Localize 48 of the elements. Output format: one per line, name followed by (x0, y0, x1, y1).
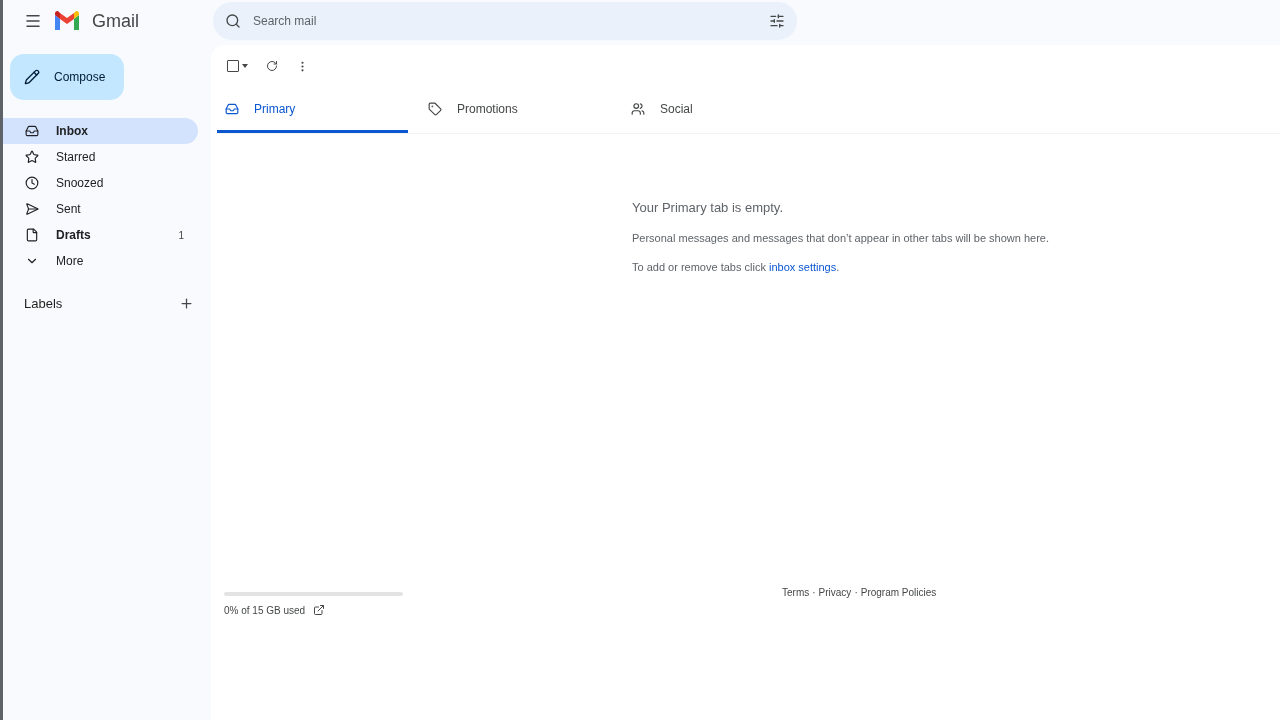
inbox-icon (225, 101, 239, 116)
sidebar-label: More (56, 254, 85, 268)
item-count: 1 (178, 229, 184, 241)
search-field[interactable]: Search mail (251, 13, 759, 29)
storage-label: 0% of 15 GB used (224, 604, 306, 616)
labels-heading: Labels (24, 296, 63, 311)
sidebar-item[interactable]: More (3, 248, 198, 274)
empty-message: Personal messages and messages that don’t appear in other tabs will be shown here. (632, 232, 1051, 244)
footer-link[interactable]: Program Policies (860, 587, 937, 616)
search-icon (225, 13, 241, 29)
empty-title: Your Primary tab is empty. (632, 200, 784, 215)
menu-icon[interactable] (24, 12, 42, 30)
footer-link[interactable]: Privacy (818, 587, 852, 616)
footer-link[interactable]: Terms (782, 587, 810, 616)
separator: · (812, 587, 816, 600)
sidebar-label: Starred (56, 150, 97, 164)
filter-icon[interactable] (769, 13, 785, 29)
search-bar[interactable]: Search mail (213, 2, 797, 40)
sidebar-item[interactable]: Inbox (3, 118, 198, 144)
pencil-icon (24, 69, 40, 85)
empty-hint: To add or remove tabs click inbox settings. (632, 261, 841, 273)
sidebar-item[interactable]: Drafts 1 (3, 222, 198, 248)
add-label-button[interactable] (179, 296, 194, 311)
file-icon (25, 228, 39, 242)
send-icon (25, 202, 39, 216)
sidebar-item[interactable]: Snoozed (3, 170, 198, 196)
sidebar-label: Drafts (56, 228, 92, 242)
separator: · (854, 587, 858, 600)
inbox-icon (25, 124, 39, 138)
star-icon (25, 150, 39, 164)
sidebar-item[interactable]: Sent (3, 196, 198, 222)
sidebar-label: Sent (56, 202, 82, 216)
compose-button[interactable]: Compose (10, 54, 124, 100)
tab[interactable]: Primary (217, 87, 408, 133)
mail-logo-icon (54, 11, 80, 31)
tab[interactable]: Promotions (420, 87, 611, 133)
sidebar-label: Snoozed (56, 176, 105, 190)
tag-icon (428, 101, 442, 116)
refresh-icon[interactable] (266, 60, 278, 72)
app-name: Gmail (92, 10, 139, 32)
clock-icon (25, 176, 39, 190)
external-link-icon[interactable] (313, 604, 326, 616)
select-checkbox[interactable] (227, 60, 248, 72)
tab[interactable]: Social (623, 87, 814, 133)
people-icon (631, 101, 645, 116)
sidebar-item[interactable]: Starred (3, 144, 198, 170)
caret-icon (242, 64, 248, 68)
sidebar-label: Inbox (56, 124, 89, 138)
